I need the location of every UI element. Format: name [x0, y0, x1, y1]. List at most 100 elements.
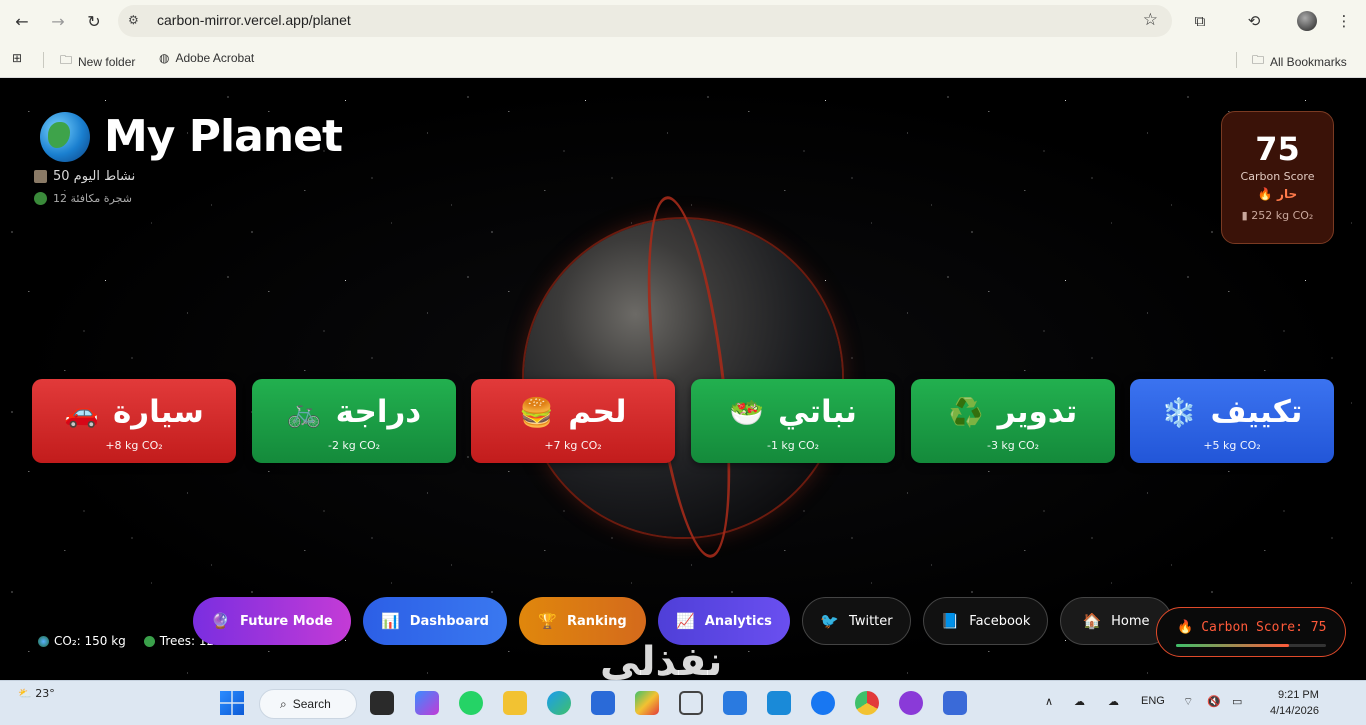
page-header: My Planet [40, 111, 343, 162]
house-icon: 🏠 [1082, 612, 1102, 630]
earth-globe-icon [40, 111, 90, 162]
bookmark-star-icon[interactable]: ☆ [1143, 10, 1158, 30]
score-progress-track [1176, 644, 1326, 647]
game-icon[interactable] [635, 691, 659, 715]
cloud-icon[interactable]: ☁ [1108, 695, 1119, 708]
co2-stat: CO₂: 150 kg [38, 634, 126, 648]
nav-future-mode-button[interactable]: 🔮 Future Mode [193, 597, 351, 645]
factory-icon: ▮ [1241, 209, 1248, 222]
clock[interactable]: 9:21 PM 4/14/2026 [1270, 687, 1319, 719]
nav-ranking-button[interactable]: 🏆 Ranking [519, 597, 646, 645]
activity-buttons: 🚗 سيارة +8 kg CO₂ 🚲 دراجة -2 kg CO₂ 🍔 لحم +… [32, 379, 1334, 463]
chrome-icon[interactable] [855, 691, 879, 715]
today-activity: نشاط اليوم 50 [34, 169, 135, 184]
bar-chart-icon: 📊 [381, 612, 400, 630]
search-icon: ⌕ [280, 696, 287, 711]
action-label: تدوير [997, 394, 1078, 430]
nav-home-button[interactable]: 🏠 Home [1060, 597, 1172, 645]
carbon-score-pill: 🔥 Carbon Score: 75 [1156, 607, 1346, 657]
windows-taskbar: ⛅ 23° ⌕ Search ∧ ☁ ☁ ENG ⌔ 🔇 ▭ 9:21 PM 4… [0, 680, 1366, 725]
action-car-button[interactable]: 🚗 سيارة +8 kg CO₂ [32, 379, 236, 463]
back-icon[interactable]: ← [11, 10, 33, 32]
action-ac-button[interactable]: ❄️ تكييف +5 kg CO₂ [1130, 379, 1334, 463]
facebook-app-icon[interactable] [811, 691, 835, 715]
action-delta: +8 kg CO₂ [105, 439, 163, 452]
vscode-icon[interactable] [723, 691, 747, 715]
watermark-text: نفذلي [600, 639, 723, 680]
notebook-icon [34, 170, 47, 183]
burger-icon: 🍔 [519, 395, 555, 429]
search-label: Search [292, 697, 331, 711]
media-app-icon[interactable] [899, 691, 923, 715]
weather-widget[interactable]: ⛅ 23° [18, 687, 55, 700]
action-vegan-button[interactable]: 🥗 نباتي -1 kg CO₂ [691, 379, 895, 463]
chevron-up-icon[interactable]: ∧ [1045, 695, 1053, 708]
tree-icon [34, 192, 47, 205]
nav-twitter-button[interactable]: 🐦 Twitter [802, 597, 911, 645]
apps-grid-icon[interactable]: ⊞ [12, 51, 22, 65]
bookmark-label: Adobe Acrobat [175, 51, 255, 65]
m365-icon[interactable] [415, 691, 439, 715]
earth-icon [38, 635, 49, 647]
all-bookmarks[interactable]: 🗀 All Bookmarks [1252, 51, 1347, 72]
today-activity-text: نشاط اليوم 50 [53, 169, 136, 184]
trophy-icon: 🏆 [538, 612, 557, 630]
bookmarks-bar: ⊞ 🗀 New folder ◍ Adobe Acrobat 🗀 All Boo… [0, 42, 1366, 78]
book-icon: 📘 [940, 612, 960, 630]
action-delta: -2 kg CO₂ [327, 439, 381, 452]
address-bar[interactable]: ⚙ carbon-mirror.vercel.app/planet ☆ [118, 5, 1172, 37]
nav-dashboard-button[interactable]: 📊 Dashboard [363, 597, 507, 645]
bookmark-separator [1236, 52, 1237, 68]
line-chart-icon: 📈 [676, 612, 695, 630]
browser-toolbar: ← → ↻ ⚙ carbon-mirror.vercel.app/planet … [0, 0, 1366, 42]
edge-icon[interactable] [547, 691, 571, 715]
bookmark-new-folder[interactable]: 🗀 New folder [60, 51, 135, 72]
action-meat-button[interactable]: 🍔 لحم +7 kg CO₂ [471, 379, 675, 463]
action-label: لحم [568, 394, 627, 430]
action-delta: -1 kg CO₂ [766, 439, 820, 452]
visual-studio-icon[interactable] [943, 691, 967, 715]
crystal-ball-icon: 🔮 [211, 612, 230, 630]
co2-text: 252 kg CO₂ [1251, 209, 1314, 222]
nav-label: Twitter [849, 613, 893, 629]
settings-app-icon[interactable] [679, 691, 703, 715]
language-indicator[interactable]: ENG [1141, 695, 1165, 707]
battery-icon[interactable]: ▭ [1232, 695, 1242, 708]
fire-icon: 🔥 [1257, 187, 1273, 201]
clock-time: 9:21 PM [1277, 689, 1319, 701]
file-explorer-icon[interactable] [503, 691, 527, 715]
windows-start-icon[interactable] [220, 691, 244, 715]
site-settings-icon[interactable]: ⚙ [128, 13, 144, 29]
wifi-icon[interactable]: ⌔ [1183, 695, 1193, 709]
action-delta: +7 kg CO₂ [544, 439, 602, 452]
status-text: حار [1277, 187, 1298, 201]
address-url[interactable]: carbon-mirror.vercel.app/planet [157, 12, 351, 28]
score-progress-fill [1176, 644, 1289, 647]
bird-icon: 🐦 [820, 612, 840, 630]
nav-analytics-button[interactable]: 📈 Analytics [658, 597, 790, 645]
whatsapp-icon[interactable] [459, 691, 483, 715]
history-icon[interactable]: ⟲ [1243, 10, 1265, 32]
forward-icon[interactable]: → [47, 10, 69, 32]
cisco-icon[interactable] [767, 691, 791, 715]
folder-icon: 🗀 [60, 53, 73, 67]
nav-facebook-button[interactable]: 📘 Facebook [923, 597, 1048, 645]
carbon-score-pill-text: 🔥 Carbon Score: 75 [1177, 620, 1326, 635]
page-title: My Planet [104, 111, 343, 162]
onedrive-icon[interactable]: ☁ [1074, 695, 1085, 708]
store-icon[interactable] [591, 691, 615, 715]
bookmark-adobe-acrobat[interactable]: ◍ Adobe Acrobat [159, 51, 254, 65]
profile-avatar[interactable] [1297, 11, 1317, 31]
reload-icon[interactable]: ↻ [83, 10, 105, 32]
menu-kebab-icon[interactable]: ⋮ [1333, 10, 1355, 32]
mute-icon[interactable]: 🔇 [1207, 695, 1221, 708]
reward-trees-text: شجرة مكافئة 12 [53, 192, 132, 205]
task-view-icon[interactable] [370, 691, 394, 715]
tree-icon [143, 635, 155, 647]
taskbar-search[interactable]: ⌕ Search [259, 689, 357, 719]
extensions-icon[interactable]: ⧉ [1189, 10, 1211, 32]
action-recycle-button[interactable]: ♻️ تدوير -3 kg CO₂ [911, 379, 1115, 463]
action-label: سيارة [112, 394, 204, 430]
action-bike-button[interactable]: 🚲 دراجة -2 kg CO₂ [252, 379, 456, 463]
folder-icon: 🗀 [1252, 53, 1265, 67]
